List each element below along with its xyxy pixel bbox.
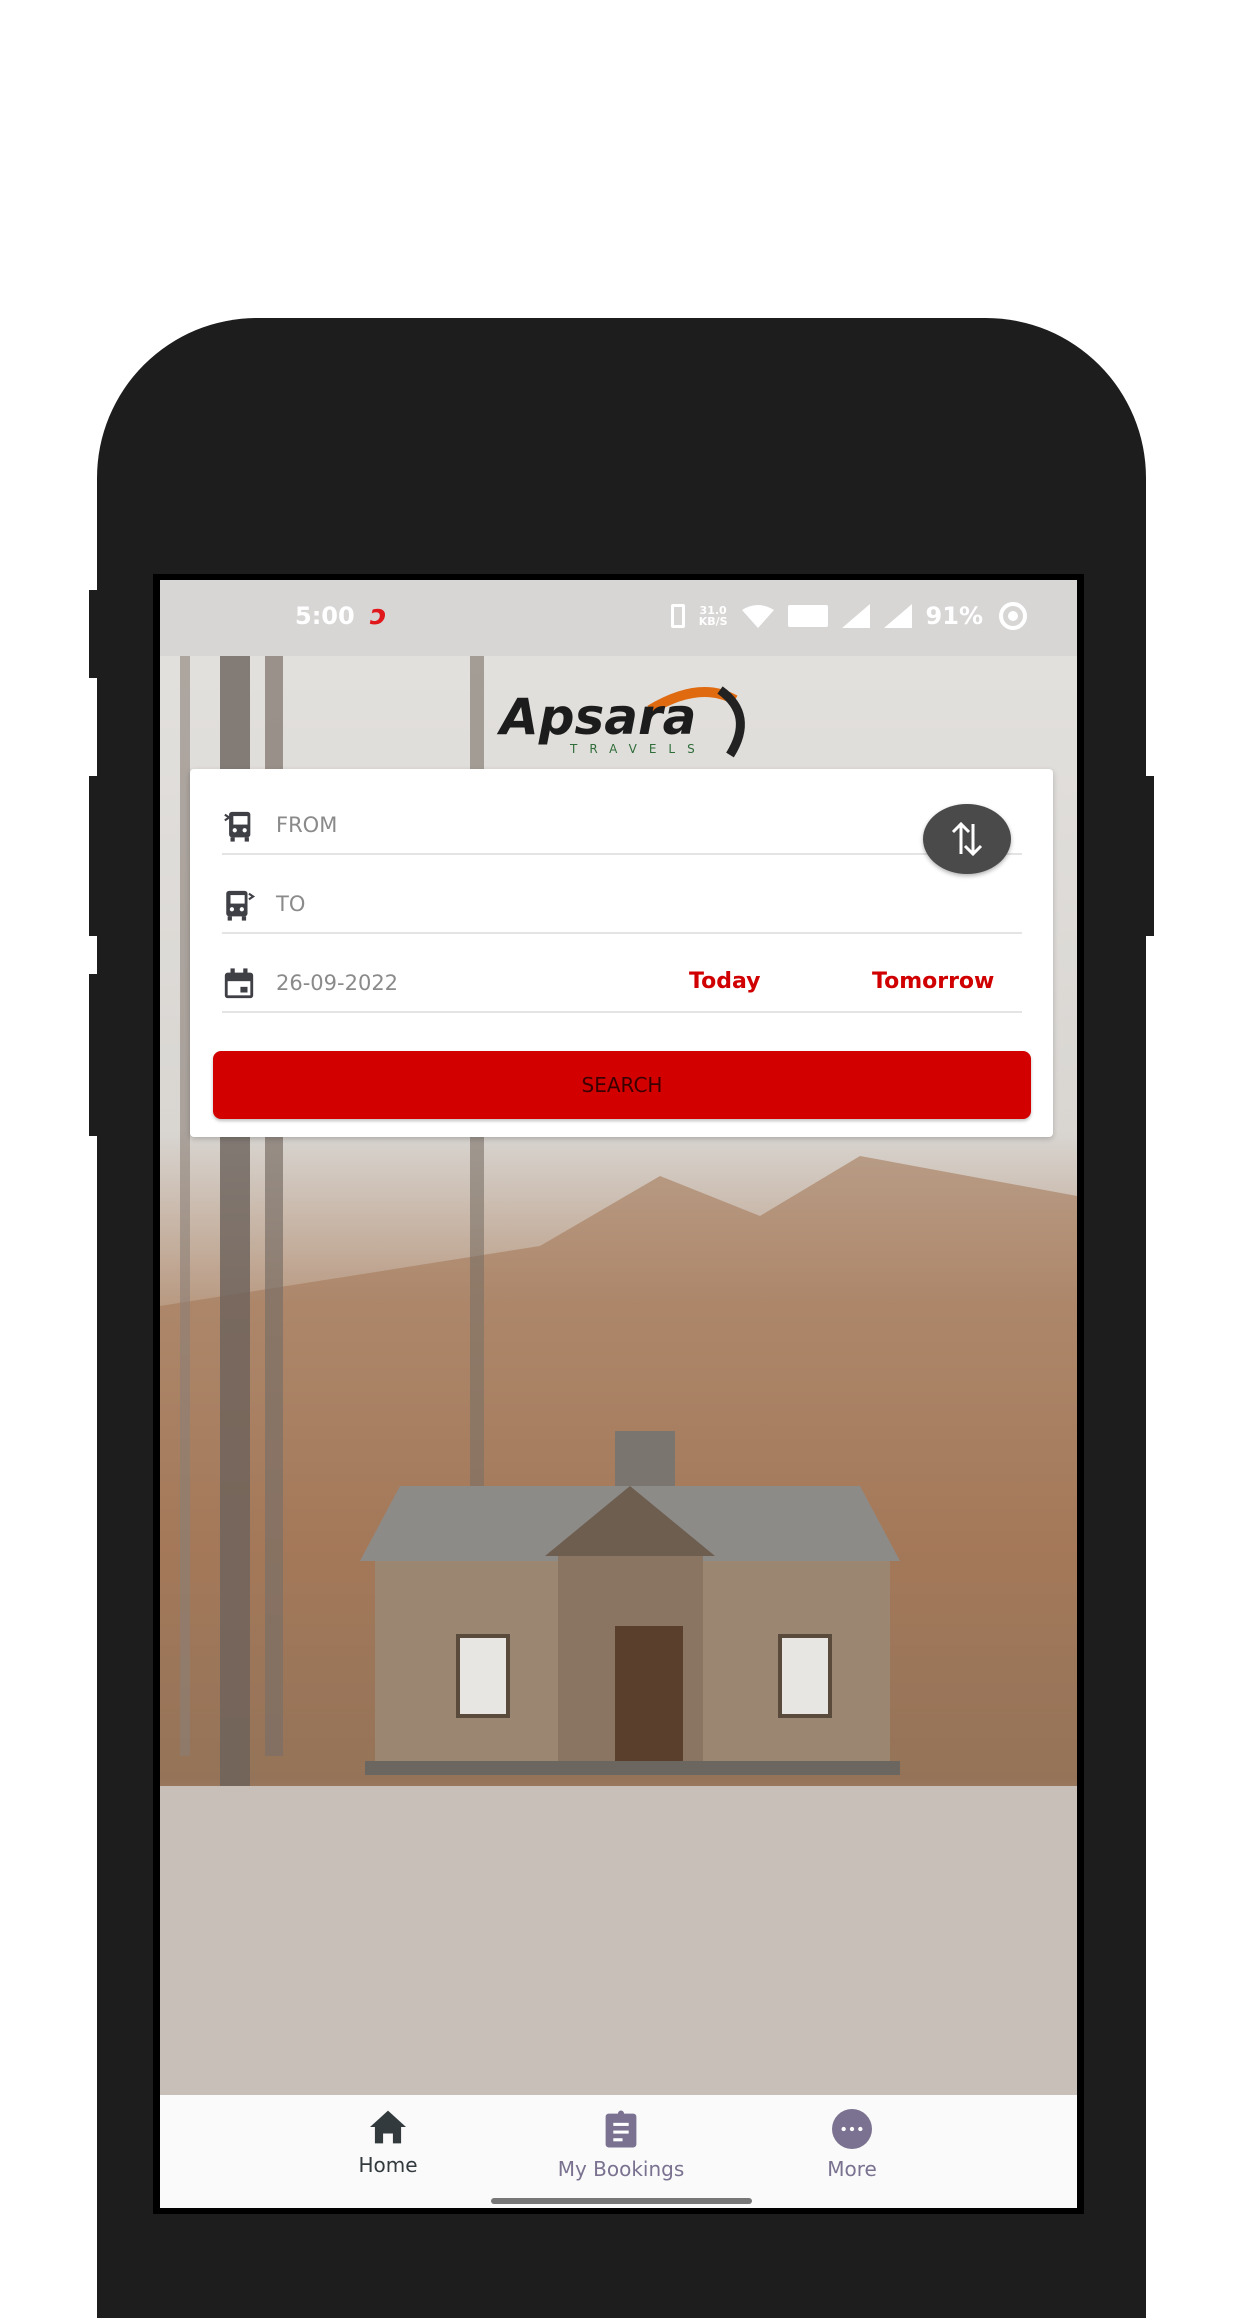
nav-label: More [827,2157,877,2181]
to-field[interactable]: TO [222,874,1022,934]
swap-button[interactable] [923,804,1011,874]
brand-tagline: TRAVELS [570,742,707,756]
signal-icon [841,604,870,628]
net-unit: KB/S [698,615,728,628]
more-icon [832,2109,872,2149]
app-screen: 5:00 ↄ 31.0 KB/S 91% Apsara TRAVELS FROM … [160,580,1077,2208]
bus-departure-icon [224,811,251,842]
nav-label: My Bookings [557,2157,685,2181]
calendar-icon [224,968,254,999]
date-field[interactable]: 26-09-2022 Today Tomorrow [222,953,1022,1013]
carrier-icon: ↄ [370,598,387,631]
phone-side-button [89,776,99,936]
phone-side-button [89,974,99,1136]
wifi-icon [741,605,774,628]
nav-my-bookings[interactable]: My Bookings [521,2109,721,2181]
bus-arrival-icon [226,890,256,921]
today-button[interactable]: Today [689,969,760,994]
status-time: 5:00 [295,602,355,630]
date-value: 26-09-2022 [276,971,399,995]
home-icon [370,2110,406,2144]
from-placeholder: FROM [276,813,338,837]
vowifi-icon [787,605,828,627]
phone-side-button [89,590,99,678]
from-field[interactable]: FROM [222,795,1022,855]
status-bar: 5:00 ↄ 31.0 KB/S 91% [160,580,1077,656]
nav-label: Home [358,2153,418,2177]
swap-vertical-icon [951,821,983,857]
nav-more[interactable]: More [752,2109,952,2181]
search-card: FROM TO 26-09-2022 Today Tomorrow SEARCH [190,769,1053,1137]
clipboard-icon [605,2110,637,2148]
apsara-logo: Apsara TRAVELS [500,680,760,760]
tomorrow-button[interactable]: Tomorrow [872,969,994,994]
signal-icon [883,604,912,628]
vibrate-icon [670,604,685,628]
to-placeholder: TO [276,892,306,916]
battery-ring-icon [999,602,1027,630]
brand-name: Apsara [500,688,697,746]
nav-home[interactable]: Home [288,2109,488,2177]
battery-text: 91% [925,602,983,630]
search-button[interactable]: SEARCH [213,1051,1031,1119]
phone-side-button [1144,776,1154,936]
home-indicator[interactable] [491,2198,752,2204]
bottom-nav: Home My Bookings More [160,2095,1077,2208]
